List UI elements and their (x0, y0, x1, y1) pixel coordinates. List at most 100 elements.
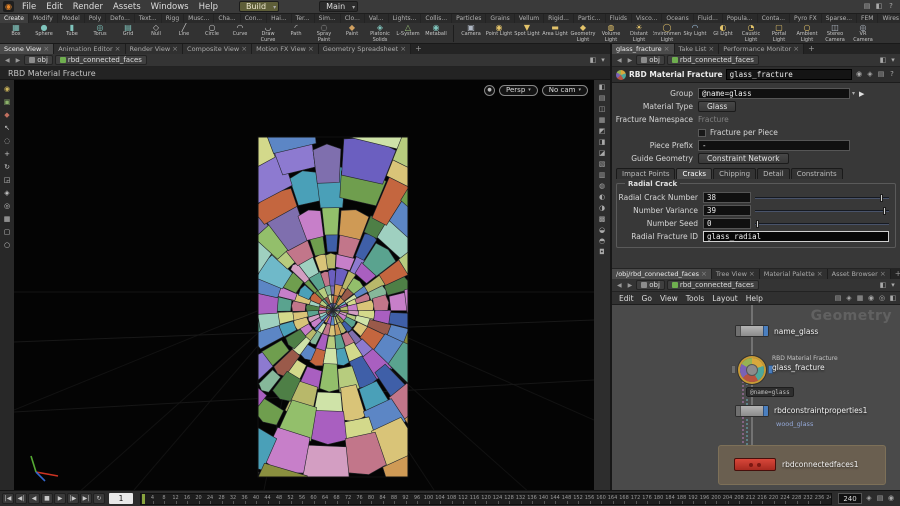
light-tool-icon[interactable]: ○ (3, 241, 11, 250)
objects-visibility-icon[interactable]: ▣ (3, 98, 11, 107)
group-field[interactable]: @name=glass (698, 88, 850, 99)
node-flag-icon[interactable] (757, 462, 761, 467)
shelf-tool-environment-light[interactable]: ◯Environment Light (653, 23, 681, 44)
network-overview-icon[interactable]: ▤ (834, 294, 842, 303)
scene-selector[interactable]: Main ▾ (319, 1, 359, 12)
pane-tab-tree-view[interactable]: Tree View × (711, 269, 760, 279)
shelf-tab-rigid[interactable]: Rigid... (544, 14, 574, 23)
close-icon[interactable]: × (115, 45, 121, 53)
go-to-start-button[interactable]: |◀ (2, 493, 14, 504)
shelf-tab-cha[interactable]: Cha... (214, 14, 241, 23)
color-palette-icon[interactable]: ◉ (867, 294, 875, 303)
net-snap-icon[interactable]: ◈ (845, 294, 853, 303)
pane-tab-asset-browser[interactable]: Asset Browser × (827, 269, 891, 279)
pane-menu-icon[interactable]: ▾ (599, 56, 607, 65)
shelf-tool-null[interactable]: ◇ Null (142, 23, 170, 44)
shelf-tool-caustic-light[interactable]: ◔ Caustic Light (737, 23, 765, 44)
box-select-icon[interactable]: ◌ (3, 137, 11, 146)
pane-tab-motion-fx-view[interactable]: Motion FX View × (252, 44, 319, 54)
net-menu-layout[interactable]: Layout (708, 294, 742, 303)
node-flag-icon[interactable] (731, 365, 736, 374)
param-tab-detail[interactable]: Detail (757, 168, 790, 179)
shelf-tab-rigg[interactable]: Rigg (162, 14, 185, 23)
background-icon[interactable]: ◓ (598, 237, 606, 246)
shelf-tab-sim[interactable]: Sim... (315, 14, 341, 23)
display-particles-icon[interactable]: ◍ (598, 182, 606, 191)
pane-menu-icon[interactable]: ▾ (889, 56, 897, 65)
camera-lock-icon[interactable]: ● (484, 85, 496, 96)
shelf-tab-lights[interactable]: Lights... (389, 14, 422, 23)
compare-icon[interactable]: ◈ (866, 70, 874, 79)
current-frame-field[interactable]: 1 (109, 493, 133, 504)
node-name-glass[interactable] (735, 325, 769, 337)
presets-icon[interactable]: ▤ (877, 70, 885, 79)
shelf-tab-grains[interactable]: Grains (486, 14, 515, 23)
main-help-icon[interactable]: ? (887, 2, 895, 11)
shelf-tool-circle[interactable]: ○ Circle (198, 23, 226, 44)
handles-icon[interactable]: ◈ (3, 189, 11, 198)
back-icon[interactable]: ◀ (3, 57, 12, 64)
node-flag-icon[interactable] (736, 406, 741, 416)
shelf-tool-ambient-light[interactable]: ○ Ambient Light (793, 23, 821, 44)
piece-prefix-field[interactable]: - (698, 140, 850, 151)
layout-quad-icon[interactable]: ▤ (598, 94, 606, 103)
path-chip-obj[interactable]: obj (636, 55, 665, 65)
path-chip-rbd-connected-faces[interactable]: rbd_connected_faces (666, 55, 759, 65)
pane-tab-material-palette[interactable]: Material Palette × (759, 269, 828, 279)
shelf-tab-defo[interactable]: Defo... (106, 14, 135, 23)
material-preview-icon[interactable]: ▩ (598, 215, 606, 224)
stop-button[interactable]: ■ (41, 493, 53, 504)
timeline-ruler[interactable]: 4 8 12 16 20 24 28 32 36 40 44 48 52 56 60 64 68 72 76 80 84… (140, 492, 832, 505)
view-menu-button[interactable]: Persp ▾ (499, 85, 538, 96)
node-rbdconnectedfaces[interactable] (734, 458, 776, 471)
shelf-tool-curve[interactable]: ◠ Curve (226, 23, 254, 44)
group-dropdown-icon[interactable]: ▾ (850, 90, 857, 97)
net-pin-icon[interactable]: ◧ (889, 294, 897, 303)
shelf-tool-vr-camera[interactable]: ◎ VR Camera (849, 23, 877, 44)
menu-render[interactable]: Render (68, 0, 108, 14)
shelf-tab-clo[interactable]: Clo... (341, 14, 365, 23)
shelf-tab-fluid[interactable]: Fluid... (694, 14, 723, 23)
slider-handle[interactable] (880, 193, 884, 202)
display-flag-icon[interactable] (763, 326, 768, 336)
display-points-icon[interactable]: ▧ (598, 160, 606, 169)
new-tab-icon[interactable]: + (804, 44, 819, 54)
wireframe-icon[interactable]: ◨ (598, 138, 606, 147)
path-chip-rbd-connected-faces[interactable]: rbd_connected_faces (54, 55, 147, 65)
menu-file[interactable]: File (17, 0, 41, 14)
menu-windows[interactable]: Windows (146, 0, 194, 14)
shelf-tab-create[interactable]: Create (0, 14, 29, 23)
close-icon[interactable]: × (241, 45, 247, 53)
close-icon[interactable]: × (817, 270, 823, 278)
play-button[interactable]: ▶ (54, 493, 66, 504)
shelf-tool-tube[interactable]: ▮ Tube (58, 23, 86, 44)
shelf-tool-spray-paint[interactable]: ◌ Spray Paint (310, 23, 338, 44)
network-editor[interactable]: Geometry name_glass RBD Material Fractur… (612, 305, 900, 490)
number-variance-field[interactable]: 39 (703, 205, 751, 216)
number-variance-slider[interactable] (755, 206, 889, 216)
hide-shelf-icon[interactable]: ▤ (863, 2, 871, 11)
shelf-tool-spot-light[interactable]: ▼ Spot Light (513, 23, 541, 44)
pane-tab-take-list[interactable]: Take List × (674, 44, 720, 54)
pin-pane-icon[interactable]: ◧ (589, 56, 597, 65)
shelf-tab-vellum[interactable]: Vellum (515, 14, 545, 23)
shelf-tool-draw-curve[interactable]: ◡ Draw Curve (254, 23, 282, 44)
shelf-tab-partic[interactable]: Partic... (574, 14, 606, 23)
shelf-tool-portal-light[interactable]: ▢ Portal Light (765, 23, 793, 44)
back-icon[interactable]: ◀ (615, 282, 624, 289)
shelf-tab-conta[interactable]: Conta... (758, 14, 791, 23)
param-tab-impact-points[interactable]: Impact Points (616, 168, 676, 179)
close-icon[interactable]: × (664, 45, 670, 53)
path-chip-obj[interactable]: obj (636, 280, 665, 290)
pane-tab-geometry-spreadsheet[interactable]: Geometry Spreadsheet × (318, 44, 412, 54)
shadow-icon[interactable]: ◑ (598, 204, 606, 213)
number-seed-field[interactable]: 0 (703, 218, 751, 229)
close-icon[interactable]: × (708, 45, 714, 53)
shelf-tab-particles[interactable]: Particles (452, 14, 487, 23)
realtime-toggle-icon[interactable]: ◉ (887, 494, 895, 503)
net-menu-view[interactable]: View (656, 294, 682, 303)
guide-geometry-dropdown[interactable]: Constraint Network (698, 153, 789, 164)
safe-frame-icon[interactable]: ◘ (598, 248, 606, 257)
fog-icon[interactable]: ◒ (598, 226, 606, 235)
new-tab-icon[interactable]: + (891, 269, 900, 279)
